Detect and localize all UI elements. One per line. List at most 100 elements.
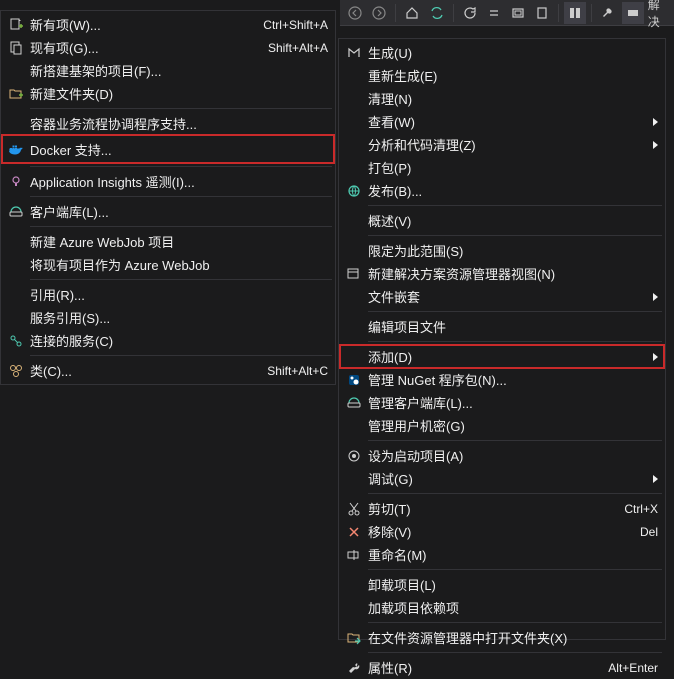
menu-item[interactable]: 清理(N) — [340, 87, 664, 110]
menu-item-label: 生成(U) — [368, 43, 658, 62]
panel-title: 解决 — [648, 0, 670, 30]
menu-item-label: 连接的服务(C) — [30, 331, 328, 350]
show-all-icon[interactable] — [507, 2, 529, 24]
menu-item[interactable]: 新建 Azure WebJob 项目 — [2, 230, 334, 253]
menu-item[interactable]: 概述(V) — [340, 209, 664, 232]
refresh-icon[interactable] — [459, 2, 481, 24]
menu-item[interactable]: 类(C)...Shift+Alt+C — [2, 359, 334, 382]
menu-item-label: Docker 支持... — [30, 140, 328, 159]
class-icon — [2, 363, 30, 379]
menu-item-shortcut: Del — [630, 525, 658, 539]
menu-item-label: 现有项(G)... — [30, 38, 258, 57]
remove-icon — [340, 524, 368, 540]
collapse-icon[interactable] — [483, 2, 505, 24]
menu-item[interactable]: 文件嵌套 — [340, 285, 664, 308]
sync-icon[interactable] — [425, 2, 447, 24]
menu-item-label: 重新生成(E) — [368, 66, 658, 85]
menu-item[interactable]: 分析和代码清理(Z) — [340, 133, 664, 156]
menu-item[interactable]: 重新生成(E) — [340, 64, 664, 87]
menu-item[interactable]: 设为启动项目(A) — [340, 444, 664, 467]
menu-item-label: 清理(N) — [368, 89, 658, 108]
toggle-icon[interactable] — [622, 2, 644, 24]
menu-item[interactable]: 新有项(W)...Ctrl+Shift+A — [2, 13, 334, 36]
menu-item-label: 新建文件夹(D) — [30, 84, 328, 103]
top-toolbar: 解决 — [340, 0, 674, 26]
new-item-icon — [2, 17, 30, 33]
menu-item[interactable]: 重命名(M) — [340, 543, 664, 566]
menu-item-label: 查看(W) — [368, 112, 647, 131]
project-context-menu: 生成(U) 重新生成(E) 清理(N) 查看(W) 分析和代码清理(Z) 打包(P) 发布(… — [338, 38, 666, 640]
menu-item-label: 在文件资源管理器中打开文件夹(X) — [368, 628, 658, 647]
app-insights-icon — [2, 174, 30, 190]
new-folder-icon — [2, 86, 30, 102]
menu-item-label: 概述(V) — [368, 211, 658, 230]
menu-item[interactable]: 服务引用(S)... — [2, 306, 334, 329]
menu-item-label: 新建解决方案资源管理器视图(N) — [368, 264, 658, 283]
client-lib-icon — [2, 204, 30, 220]
menu-item[interactable]: 现有项(G)...Shift+Alt+A — [2, 36, 334, 59]
menu-item[interactable]: Docker 支持... — [2, 135, 334, 163]
menu-item-label: 服务引用(S)... — [30, 308, 328, 327]
submenu-arrow-icon — [653, 141, 658, 149]
wrench-icon[interactable] — [597, 2, 619, 24]
menu-item-label: 打包(P) — [368, 158, 658, 177]
menu-item[interactable]: 卸载项目(L) — [340, 573, 664, 596]
docker-icon — [2, 141, 30, 157]
connected-service-icon — [2, 333, 30, 349]
menu-item-label: 将现有项目作为 Azure WebJob — [30, 255, 328, 274]
menu-item-label: 卸载项目(L) — [368, 575, 658, 594]
menu-item[interactable]: 添加(D) — [340, 345, 664, 368]
submenu-arrow-icon — [653, 293, 658, 301]
menu-item[interactable]: 剪切(T)Ctrl+X — [340, 497, 664, 520]
menu-item-label: 管理用户机密(G) — [368, 416, 658, 435]
menu-item[interactable]: 调试(G) — [340, 467, 664, 490]
menu-item[interactable]: Application Insights 遥测(I)... — [2, 170, 334, 193]
back-icon[interactable] — [344, 2, 366, 24]
menu-item-label: 设为启动项目(A) — [368, 446, 658, 465]
menu-item-label: 新搭建基架的项目(F)... — [30, 61, 328, 80]
forward-icon[interactable] — [368, 2, 390, 24]
menu-item[interactable]: 生成(U) — [340, 41, 664, 64]
menu-item[interactable]: 连接的服务(C) — [2, 329, 334, 352]
menu-item-label: 加载项目依赖项 — [368, 598, 658, 617]
menu-item[interactable]: 发布(B)... — [340, 179, 664, 202]
menu-item[interactable]: 新搭建基架的项目(F)... — [2, 59, 334, 82]
menu-item[interactable]: 管理 NuGet 程序包(N)... — [340, 368, 664, 391]
menu-item[interactable]: 移除(V)Del — [340, 520, 664, 543]
properties-icon — [340, 660, 368, 676]
menu-item[interactable]: 容器业务流程协调程序支持... — [2, 112, 334, 135]
menu-item-label: 剪切(T) — [368, 499, 614, 518]
menu-item[interactable]: 管理用户机密(G) — [340, 414, 664, 437]
submenu-arrow-icon — [653, 475, 658, 483]
build-icon — [340, 45, 368, 61]
menu-item-label: 引用(R)... — [30, 285, 328, 304]
menu-item-shortcut: Ctrl+Shift+A — [253, 18, 328, 32]
submenu-arrow-icon — [653, 353, 658, 361]
client-lib-icon — [340, 395, 368, 411]
menu-item-label: 发布(B)... — [368, 181, 658, 200]
menu-item-label: 文件嵌套 — [368, 287, 647, 306]
menu-item[interactable]: 在文件资源管理器中打开文件夹(X) — [340, 626, 664, 649]
menu-item[interactable]: 引用(R)... — [2, 283, 334, 306]
menu-item[interactable]: 查看(W) — [340, 110, 664, 133]
properties-icon[interactable] — [531, 2, 553, 24]
menu-item-label: Application Insights 遥测(I)... — [30, 172, 328, 191]
menu-item[interactable]: 客户端库(L)... — [2, 200, 334, 223]
preview-icon[interactable] — [564, 2, 586, 24]
menu-item-shortcut: Ctrl+X — [614, 502, 658, 516]
rename-icon — [340, 547, 368, 563]
menu-item[interactable]: 将现有项目作为 Azure WebJob — [2, 253, 334, 276]
menu-item[interactable]: 新建解决方案资源管理器视图(N) — [340, 262, 664, 285]
menu-item[interactable]: 新建文件夹(D) — [2, 82, 334, 105]
menu-item[interactable]: 打包(P) — [340, 156, 664, 179]
menu-item[interactable]: 管理客户端库(L)... — [340, 391, 664, 414]
menu-item[interactable]: 属性(R)Alt+Enter — [340, 656, 664, 679]
home-icon[interactable] — [401, 2, 423, 24]
menu-item-label: 调试(G) — [368, 469, 647, 488]
menu-item-label: 限定为此范围(S) — [368, 241, 658, 260]
menu-item[interactable]: 限定为此范围(S) — [340, 239, 664, 262]
open-folder-icon — [340, 630, 368, 646]
menu-item[interactable]: 编辑项目文件 — [340, 315, 664, 338]
submenu-arrow-icon — [653, 118, 658, 126]
menu-item[interactable]: 加载项目依赖项 — [340, 596, 664, 619]
